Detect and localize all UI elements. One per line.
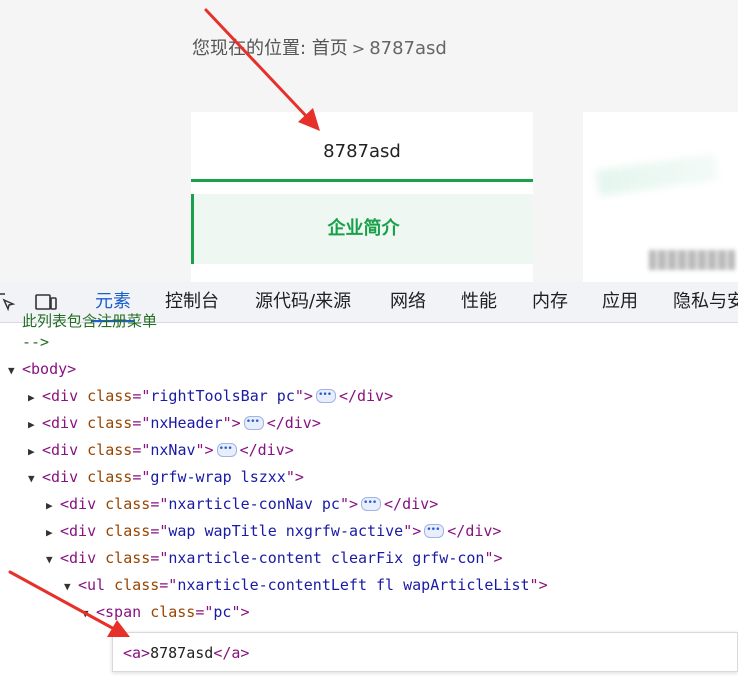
tree-row-article-content[interactable]: ▼ <div class="nxarticle-content clearFix …	[46, 546, 503, 570]
popup-open-tag: <a>	[123, 644, 151, 662]
ellipsis-icon[interactable]	[315, 383, 336, 407]
tree-row-waptitle[interactable]: ▶ <div class="wap wapTitle nxgrfw-active"…	[46, 518, 501, 545]
collapsed-triangle-icon[interactable]: ▶	[28, 386, 42, 410]
tab-performance[interactable]: 性能	[461, 282, 497, 322]
tree-row-nxheader[interactable]: ▶<div class="nxHeader"></div>	[28, 410, 321, 437]
tab-console[interactable]: 控制台	[165, 282, 219, 322]
expanded-triangle-icon[interactable]: ▼	[46, 548, 60, 572]
right-content-card	[583, 112, 738, 282]
ellipsis-icon[interactable]	[361, 491, 382, 515]
expanded-triangle-icon[interactable]: ▼	[28, 467, 42, 491]
tab-sources[interactable]: 源代码/来源	[255, 282, 351, 322]
inspect-element-icon[interactable]	[0, 290, 18, 314]
tree-row-conav[interactable]: ▶<div class="nxarticle-conNav pc"></div>	[46, 491, 438, 518]
comment-close: -->	[22, 333, 50, 351]
dom-tree: 此列表包含注册菜单 --> ▼ <body> ▶ <div class="right…	[0, 312, 738, 680]
blurred-text	[649, 250, 735, 270]
tree-row-righttoolsbar[interactable]: ▶<div class="rightToolsBar pc"></div>	[28, 383, 393, 410]
tab-network[interactable]: 网络	[390, 282, 426, 322]
ellipsis-icon[interactable]	[216, 437, 237, 461]
devtools-panel: 元素 控制台 源代码/来源 网络 性能 内存 应用 隐私与安 此列表包含注册菜单…	[0, 282, 738, 680]
tree-row-nxnav[interactable]: ▶<div class="nxNav"></div>	[28, 437, 294, 464]
popup-close-tag: </a>	[213, 644, 250, 662]
popup-text: 8787asd	[150, 644, 214, 662]
collapsed-triangle-icon[interactable]: ▶	[46, 494, 60, 518]
tab-application[interactable]: 应用	[602, 282, 638, 322]
tab-memory[interactable]: 内存	[532, 282, 568, 322]
expanded-triangle-icon[interactable]: ▼	[8, 359, 22, 383]
nav-title: 8787asd	[191, 112, 533, 182]
nav-item-company-profile[interactable]: 企业简介	[191, 194, 533, 264]
collapsed-triangle-icon[interactable]: ▶	[46, 521, 60, 545]
tree-row-content-left[interactable]: ▼ <ul class="nxarticle-contentLeft fl wap…	[64, 573, 548, 597]
blurred-logo	[595, 153, 719, 197]
left-nav-panel: 8787asd 企业简介	[191, 112, 533, 282]
tree-row-span-pc[interactable]: ▼ <span class="pc">	[82, 600, 250, 624]
tab-privacy-security[interactable]: 隐私与安	[673, 282, 738, 322]
expanded-triangle-icon[interactable]: ▼	[64, 575, 78, 599]
ellipsis-icon[interactable]	[424, 518, 445, 542]
collapsed-triangle-icon[interactable]: ▶	[28, 413, 42, 437]
web-page: 您现在的位置: 首页 >8787asd 8787asd 企业简介	[0, 0, 738, 282]
node-preview-popup[interactable]: <a>8787asd</a>	[112, 632, 738, 672]
ellipsis-icon[interactable]	[243, 410, 264, 434]
tree-row-body[interactable]: ▼ <body>	[8, 357, 76, 381]
breadcrumb: 您现在的位置: 首页 >8787asd	[192, 34, 447, 60]
collapsed-triangle-icon[interactable]: ▶	[28, 440, 42, 464]
breadcrumb-current[interactable]: 8787asd	[369, 38, 447, 59]
tree-row-grfw-wrap[interactable]: ▼ <div class="grfw-wrap lszxx">	[28, 465, 304, 489]
tag-name: body	[31, 360, 68, 378]
expanded-triangle-icon[interactable]: ▼	[82, 602, 96, 626]
breadcrumb-prefix: 您现在的位置: 首页	[192, 38, 348, 59]
breadcrumb-separator: >	[351, 39, 366, 58]
